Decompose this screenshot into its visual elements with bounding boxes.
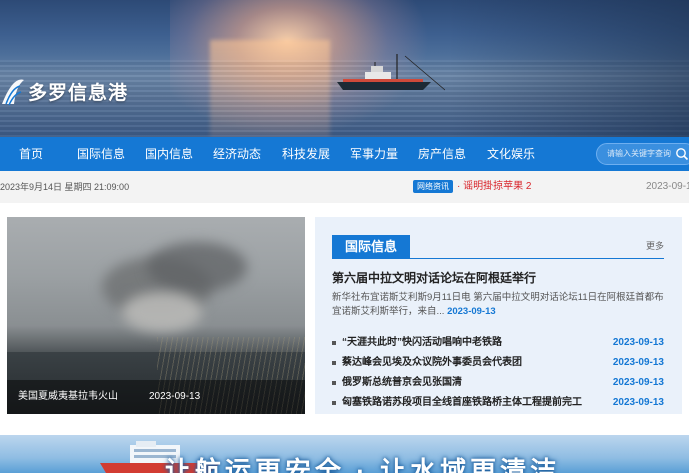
promo-banner[interactable]: 让航运更安全 · 让水域更清洁: [0, 435, 689, 473]
search-icon[interactable]: [675, 147, 689, 161]
news-title[interactable]: 俄罗斯总统普京会见张国清: [342, 373, 462, 393]
news-title[interactable]: 匈塞铁路诺苏段项目全线首座铁路桥主体工程提前完工: [342, 393, 582, 413]
photo-caption-bar: 美国夏威夷基拉韦火山 2023-09-13: [7, 380, 305, 414]
promo-slogan: 让航运更安全 · 让水域更清洁: [165, 456, 561, 473]
banner-shade: [449, 0, 689, 137]
current-date: 2023年9月14日 星期四 21:09:00: [0, 182, 130, 192]
ticker-date: 2023-09-1: [646, 181, 689, 192]
bullet-icon: [332, 361, 336, 365]
bullet-icon: [332, 341, 336, 345]
nav-item-technology[interactable]: 科技发展: [282, 137, 330, 171]
feature-photo[interactable]: 美国夏威夷基拉韦火山 2023-09-13: [7, 217, 305, 414]
news-title[interactable]: “天涯共此时”快闪活动唱响中老铁路: [342, 333, 502, 353]
main-nav: 首页 国际信息 国内信息 经济动态 科技发展 军事力量 房产信息 文化娱乐 请输…: [0, 137, 689, 171]
list-item[interactable]: 蔡达峰会见埃及众议院外事委员会代表团 2023-09-13: [332, 353, 664, 373]
nav-item-home[interactable]: 首页: [19, 137, 43, 171]
search-placeholder: 请输入关键字查询: [607, 149, 671, 158]
news-date: 2023-09-13: [612, 377, 664, 388]
bullet-icon: [332, 401, 336, 405]
fishing-boat-icon: [337, 54, 445, 91]
summary-text: 新华社布宜诺斯艾利斯9月11日电 第六届中拉文明对话论坛11日在阿根廷首都布宜诺…: [332, 292, 664, 317]
news-date: 2023-09-13: [612, 337, 664, 348]
news-title[interactable]: 蔡达峰会见埃及众议院外事委员会代表团: [342, 353, 522, 373]
more-link[interactable]: 更多: [646, 239, 664, 252]
smoke-plume-upper: [147, 242, 247, 292]
news-ticker-link[interactable]: · 谣明掛掠苹果 2: [457, 171, 531, 203]
nav-item-military[interactable]: 军事力量: [350, 137, 398, 171]
info-bar: 2023年9月14日 星期四 21:09:00 网络资讯 · 谣明掛掠苹果 2 …: [0, 171, 689, 203]
list-item[interactable]: “天涯共此时”快闪活动唱响中老铁路 2023-09-13: [332, 333, 664, 353]
news-list: “天涯共此时”快闪活动唱响中老铁路 2023-09-13 蔡达峰会见埃及众议院外…: [332, 333, 664, 413]
nav-item-economy[interactable]: 经济动态: [213, 137, 261, 171]
international-news-panel: 国际信息 更多 第六届中拉文明对话论坛在阿根廷举行 新华社布宜诺斯艾利斯9月11…: [315, 217, 682, 414]
news-badge: 网络资讯: [413, 180, 453, 193]
headline-summary: 新华社布宜诺斯艾利斯9月11日电 第六届中拉文明对话论坛11日在阿根廷首都布宜诺…: [332, 291, 668, 319]
photo-date: 2023-09-13: [149, 391, 201, 402]
panel-header: 国际信息 更多: [332, 235, 664, 259]
list-item[interactable]: 俄罗斯总统普京会见张国清 2023-09-13: [332, 373, 664, 393]
summary-date: 2023-09-13: [447, 306, 496, 317]
list-item[interactable]: 匈塞铁路诺苏段项目全线首座铁路桥主体工程提前完工 2023-09-13: [332, 393, 664, 413]
steam-cloud: [122, 292, 202, 332]
header-banner: 多罗信息港: [0, 0, 689, 137]
news-date: 2023-09-13: [612, 357, 664, 368]
site-logo[interactable]: 多罗信息港: [0, 74, 128, 108]
photo-caption[interactable]: 美国夏威夷基拉韦火山: [18, 380, 118, 414]
nav-item-domestic[interactable]: 国内信息: [145, 137, 193, 171]
news-date: 2023-09-13: [612, 397, 664, 408]
nav-item-international[interactable]: 国际信息: [77, 137, 125, 171]
bullet-icon: [332, 381, 336, 385]
section-title[interactable]: 国际信息: [332, 235, 410, 259]
headline-link[interactable]: 第六届中拉文明对话论坛在阿根廷举行: [332, 269, 536, 286]
search-input[interactable]: 请输入关键字查询: [596, 143, 689, 165]
logo-text: 多罗信息港: [28, 82, 129, 104]
logo-mark-icon: [2, 79, 24, 106]
nav-item-culture[interactable]: 文化娱乐: [487, 137, 535, 171]
nav-item-realestate[interactable]: 房产信息: [418, 137, 466, 171]
